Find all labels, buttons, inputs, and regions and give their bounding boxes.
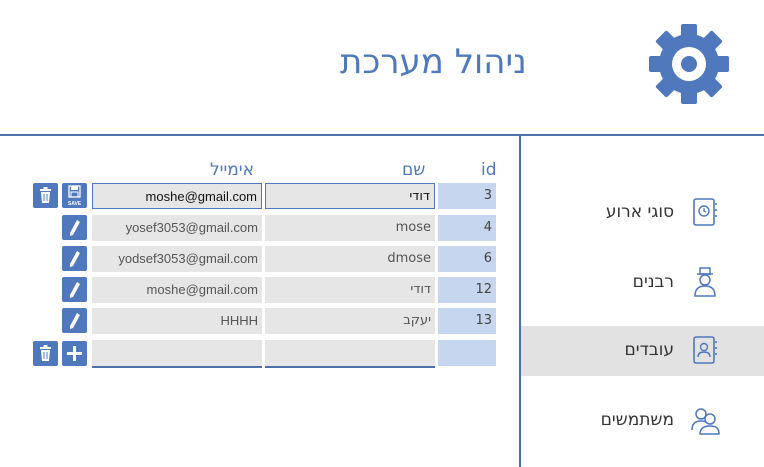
cell-id: 13 [438,308,496,334]
new-name-input[interactable] [265,340,435,368]
add-button[interactable] [62,341,87,366]
sidebar: סוגי ארוע רבנים עובדים משתמשים [521,136,764,467]
clear-button[interactable] [33,341,58,366]
users-icon [691,408,720,435]
save-button[interactable]: SAVE [62,183,87,208]
cell-name: דודי [265,277,435,303]
cell-name: יעקב [265,308,435,334]
edit-button[interactable] [62,215,87,240]
edit-button[interactable] [62,246,87,271]
header: ניהול מערכת [0,0,764,135]
pencil-icon [70,251,80,267]
cell-email: yodsef3053@gmail.com [92,246,262,272]
page-title: ניהול מערכת [340,42,527,82]
sidebar-item-users[interactable]: משתמשים [521,396,764,446]
edit-button[interactable] [62,308,87,333]
sidebar-item-label: רבנים [632,272,674,292]
calendar-book-icon [693,198,717,226]
rabbi-icon [694,267,716,297]
trash-icon [40,345,51,361]
email-input[interactable]: moshe@gmail.com [92,183,262,209]
sidebar-item-event-types[interactable]: סוגי ארוע [521,188,764,238]
name-input[interactable]: דודי [265,183,435,209]
cell-email: moshe@gmail.com [92,277,262,303]
pencil-icon [70,313,80,329]
new-id-input[interactable] [438,340,496,366]
delete-button[interactable] [33,183,58,208]
employees-table: id שם אימייל 3 דודי moshe@gmail.com SAVE [0,136,519,467]
cell-id: 4 [438,215,496,241]
employee-book-icon [693,336,717,364]
pencil-icon [70,282,80,298]
plus-icon [67,346,82,361]
trash-icon [40,187,51,203]
sidebar-item-employees[interactable]: עובדים [521,326,764,376]
cell-id: 3 [438,183,496,209]
sidebar-item-rabbis[interactable]: רבנים [521,258,764,308]
column-header-id: id [481,160,497,180]
column-header-name: שם [402,160,426,180]
column-header-email: אימייל [210,160,254,180]
cell-name: mose [265,215,435,241]
save-icon: SAVE [68,185,82,207]
pencil-icon [70,220,80,236]
sidebar-item-label: עובדים [624,340,674,360]
cell-email: HHHH [92,308,262,334]
new-email-input[interactable] [92,340,262,368]
sidebar-item-label: משתמשים [600,410,674,430]
edit-button[interactable] [62,277,87,302]
gear-icon [649,24,729,104]
cell-email: yosef3053@gmail.com [92,215,262,241]
sidebar-item-label: סוגי ארוע [605,202,674,222]
cell-name: dmose [265,246,435,272]
cell-id: 6 [438,246,496,272]
cell-id: 12 [438,277,496,303]
save-label: SAVE [68,201,82,207]
